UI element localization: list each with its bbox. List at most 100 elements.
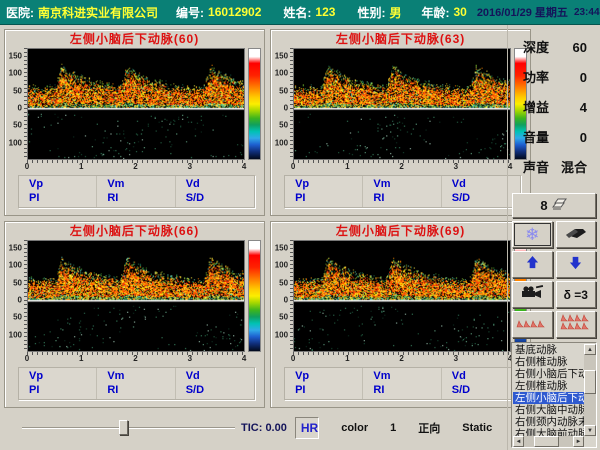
x-tick-label: 4: [508, 162, 512, 171]
multi-frame-count: 8: [540, 198, 547, 213]
vp-label: Vp: [29, 369, 96, 383]
tic-value: TIC: 0.00: [241, 422, 287, 434]
artery-item[interactable]: 左侧小脑后下动脉: [513, 392, 584, 404]
time-slider[interactable]: [22, 419, 235, 437]
slider-track[interactable]: [22, 427, 235, 429]
y-tick-label: 100: [275, 330, 288, 339]
doppler-spectrum-canvas: [293, 240, 511, 352]
artery-item[interactable]: 基底动脉: [513, 344, 584, 356]
erase-button[interactable]: [556, 221, 597, 248]
spectrum-panel-1: 左侧小脑后下动脉(60) 15010050050100 01234 VpPI V…: [4, 29, 265, 216]
pi-label: PI: [295, 191, 362, 205]
y-tick-label: 150: [9, 52, 22, 61]
y-tick-label: 0: [284, 104, 288, 113]
single-trace-button[interactable]: [512, 311, 553, 338]
vp-label: Vp: [29, 177, 96, 191]
vm-label: Vm: [107, 369, 174, 383]
artery-item[interactable]: 右侧椎动脉: [513, 356, 584, 368]
y-tick-label: 100: [275, 138, 288, 147]
dual-trace-button[interactable]: [556, 311, 597, 338]
color-label: color: [341, 422, 368, 434]
x-axis: 01234: [27, 352, 244, 363]
sd-label: S/D: [186, 383, 254, 397]
pi-label: PI: [29, 191, 96, 205]
y-axis: 15010050050100: [8, 48, 27, 160]
tcd-app-window: 医院: 南京科进实业有限公司 编号: 16012902 姓名: 123 性别: …: [0, 0, 600, 450]
x-tick-label: 2: [399, 162, 403, 171]
scrollbar-thumb[interactable]: [534, 436, 559, 447]
x-tick-label: 0: [291, 354, 295, 363]
vp-label: Vp: [295, 177, 362, 191]
scroll-up-button[interactable]: [512, 251, 553, 278]
y-tick-label: 50: [279, 278, 288, 287]
control-buttons: ❄: [511, 221, 597, 338]
hr-box: HR: [295, 417, 319, 439]
vm-label: Vm: [373, 369, 440, 383]
y-tick-label: 100: [9, 69, 22, 78]
y-tick-label: 50: [279, 86, 288, 95]
artery-item[interactable]: 左侧椎动脉: [513, 380, 584, 392]
panel-title: 左侧小脑后下动脉(60): [8, 31, 261, 48]
artery-list: 基底动脉右侧椎动脉右侧小脑后下动脉左侧椎动脉左侧小脑后下动脉右侧大脑中动脉右侧颈…: [513, 344, 584, 436]
y-tick-label: 0: [18, 296, 22, 305]
artery-item[interactable]: 右侧颈内动脉末段: [513, 416, 584, 428]
freeze-button[interactable]: ❄: [512, 221, 553, 248]
scroll-down-button[interactable]: [556, 251, 597, 278]
status-bar: TIC: 0.00 HR color 1 正向 Static 312cm/s: [0, 410, 507, 450]
video-camera-icon: [520, 285, 544, 304]
scrollbar-right-icon[interactable]: ►: [573, 436, 584, 447]
ri-label: RI: [373, 191, 440, 205]
date-text: 2016/01/29 星期五: [477, 4, 568, 20]
sound-value: 混合: [561, 157, 587, 187]
delta-button[interactable]: δ =3: [556, 281, 597, 308]
x-tick-label: 2: [133, 162, 137, 171]
y-axis: 15010050050100: [274, 240, 293, 352]
x-tick-label: 3: [454, 162, 458, 171]
vertical-scrollbar[interactable]: ▲ ▼: [584, 344, 596, 436]
y-tick-label: 100: [9, 261, 22, 270]
panel-title: 左侧小脑后下动脉(69): [274, 223, 527, 240]
artery-item[interactable]: 右侧大脑前动脉: [513, 428, 584, 436]
x-axis: 01234: [293, 160, 510, 171]
y-tick-label: 50: [279, 313, 288, 322]
color-value: 1: [390, 422, 396, 434]
x-tick-label: 0: [25, 162, 29, 171]
arrow-up-icon: [525, 255, 540, 275]
y-tick-label: 150: [275, 52, 288, 61]
y-tick-label: 100: [275, 69, 288, 78]
gain-label: 增益: [523, 97, 549, 127]
measurement-table: VpPI VmRI VdS/D: [284, 367, 521, 400]
scrollbar-left-icon[interactable]: ◄: [513, 436, 524, 447]
scrollbar-down-icon[interactable]: ▼: [584, 425, 596, 436]
y-tick-label: 150: [275, 244, 288, 253]
y-tick-label: 0: [18, 104, 22, 113]
scrollbar-thumb[interactable]: [584, 370, 596, 394]
panel-title: 左侧小脑后下动脉(66): [8, 223, 261, 240]
x-tick-label: 2: [399, 354, 403, 363]
y-tick-label: 0: [284, 296, 288, 305]
gain-value: 4: [580, 97, 587, 127]
y-tick-label: 50: [13, 313, 22, 322]
y-tick-label: 50: [13, 121, 22, 130]
panel-title: 左侧小脑后下动脉(63): [274, 31, 527, 48]
stacked-sheets-icon: [550, 197, 568, 215]
gender-label: 性别:: [357, 4, 385, 21]
slider-thumb[interactable]: [119, 420, 128, 435]
scrollbar-up-icon[interactable]: ▲: [584, 344, 596, 355]
artery-item[interactable]: 右侧大脑中动脉: [513, 404, 584, 416]
depth-label: 深度: [523, 37, 549, 67]
record-button[interactable]: [512, 281, 553, 308]
doppler-spectrum-canvas: [27, 240, 245, 352]
x-tick-label: 0: [291, 162, 295, 171]
x-tick-label: 2: [133, 354, 137, 363]
volume-label: 音量: [523, 127, 549, 157]
y-axis: 15010050050100: [8, 240, 27, 352]
x-axis: 01234: [27, 160, 244, 171]
artery-item[interactable]: 右侧小脑后下动脉: [513, 368, 584, 380]
multi-frame-button[interactable]: 8: [512, 193, 596, 218]
x-tick-label: 4: [242, 354, 246, 363]
hospital-label: 医院:: [6, 4, 34, 21]
horizontal-scrollbar[interactable]: ◄ ►: [513, 436, 584, 447]
arrow-down-icon: [568, 255, 583, 275]
x-tick-label: 1: [79, 354, 83, 363]
